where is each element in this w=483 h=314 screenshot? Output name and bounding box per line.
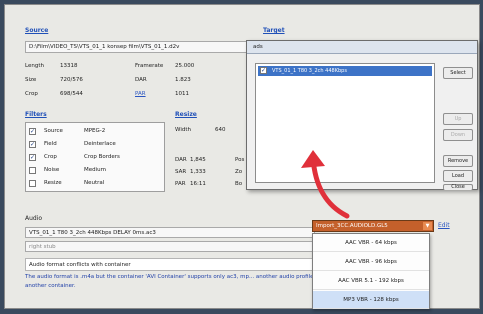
edit-profile-link[interactable]: Edit xyxy=(438,222,450,229)
audio-track-select[interactable]: VTS_01_1 T80 3_2ch 448Kbps DELAY 0ms.ac3 xyxy=(25,227,315,238)
filter-row[interactable]: Noise Medium xyxy=(29,166,163,176)
checkbox-checked-icon[interactable]: ✓ xyxy=(29,141,36,148)
dropdown-item[interactable]: AAC VBR - 64 kbps xyxy=(313,234,429,252)
dropdown-item-selected[interactable]: MP3 VBR - 128 kbps xyxy=(313,291,429,309)
framerate-value: 25.000 xyxy=(175,63,195,69)
filter-row[interactable]: ✓ Source MPEG-2 xyxy=(29,127,163,137)
framerate-label: Framerate xyxy=(135,63,164,69)
source-par-value: 1011 xyxy=(175,91,189,97)
checkbox-checked-icon[interactable]: ✓ xyxy=(260,67,267,74)
filter-name: Field xyxy=(44,141,57,147)
filters-list: ✓ Source MPEG-2 ✓ Field Deinterlace ✓ Cr… xyxy=(25,122,165,192)
checkbox-unchecked-icon[interactable] xyxy=(29,180,36,187)
resize-par-value: 16:11 xyxy=(190,181,206,187)
filter-name: Source xyxy=(44,128,63,134)
crop-label: Crop xyxy=(25,91,38,97)
profile-list-item-selected[interactable]: ✓ VTS_01_1 T80 3_2ch 448Kbps xyxy=(258,66,432,76)
filter-value: MPEG-2 xyxy=(84,128,106,134)
resize-section-title: Resize xyxy=(175,111,197,118)
filter-row[interactable]: Resize Neutral xyxy=(29,179,163,189)
filter-name: Resize xyxy=(44,180,62,186)
down-button[interactable]: Down xyxy=(443,129,473,141)
length-label: Length xyxy=(25,63,44,69)
audio-profile-select[interactable]: Import_3CC.AUDIOLD.GL5 ▼ xyxy=(312,220,434,232)
sar-label: SAR xyxy=(175,169,187,175)
remove-button[interactable]: Remove xyxy=(443,155,473,167)
size-label: Size xyxy=(25,77,37,83)
length-value: 13318 xyxy=(60,63,78,69)
sar-value: 1,333 xyxy=(190,169,206,175)
resize-dar-label: DAR xyxy=(175,157,187,163)
audio-profile-dropdown[interactable]: AAC VBR - 64 kbps AAC VBR - 96 kbps AAC … xyxy=(312,233,430,309)
source-path-field[interactable]: D:\Film\VIDEO_TS\VTS_01_1 konsep film\VT… xyxy=(25,41,250,53)
filter-row[interactable]: ✓ Crop Crop Borders xyxy=(29,153,163,163)
chevron-down-icon[interactable]: ▼ xyxy=(423,222,432,230)
audio-section-title: Audio xyxy=(25,215,43,222)
bo-label: Bo xyxy=(235,181,243,187)
target-section-title: Target xyxy=(263,27,285,34)
load-button[interactable]: Load xyxy=(443,170,473,182)
up-button[interactable]: Up xyxy=(443,113,473,125)
close-button[interactable]: Close xyxy=(443,184,473,190)
filter-value: Neutral xyxy=(84,180,105,186)
checkbox-checked-icon[interactable]: ✓ xyxy=(29,128,36,135)
size-value: 720/576 xyxy=(60,77,83,83)
source-dar-value: 1.823 xyxy=(175,77,191,83)
audio-track-secondary[interactable]: right stub xyxy=(25,241,315,252)
filter-value: Deinterlace xyxy=(84,141,116,147)
filter-name: Noise xyxy=(44,167,60,173)
audio-conflict-warning: The audio format is .m4a but the contain… xyxy=(25,274,321,289)
dropdown-item[interactable]: AAC VBR - 96 kbps xyxy=(313,253,429,271)
checkbox-unchecked-icon[interactable] xyxy=(29,167,36,174)
resize-par-label: PAR xyxy=(175,181,186,187)
crop-value: 698/544 xyxy=(60,91,83,97)
audio-conflict-title: Audio format conflicts with container xyxy=(25,258,321,271)
select-button[interactable]: Select xyxy=(443,67,473,79)
source-section-title: Source xyxy=(25,27,49,34)
source-dar-label: DAR xyxy=(135,77,147,83)
red-arrow-icon xyxy=(301,150,350,219)
zo-label: Zo xyxy=(235,169,243,175)
filter-name: Crop xyxy=(44,154,57,160)
width-label: Width xyxy=(175,127,191,133)
resize-dar-value: 1,845 xyxy=(190,157,206,163)
profile-list-item-label: VTS_01_1 T80 3_2ch 448Kbps xyxy=(272,68,347,74)
profile-dialog: ads ✓ VTS_01_1 T80 3_2ch 448Kbps Select … xyxy=(246,40,478,190)
dropdown-item[interactable]: AAC VBR 5.1 - 192 kbps xyxy=(313,272,429,290)
filter-value: Crop Borders xyxy=(84,154,120,160)
width-value: 640 xyxy=(215,127,226,133)
filters-section-title: Filters xyxy=(25,111,47,118)
checkbox-checked-icon[interactable]: ✓ xyxy=(29,154,36,161)
pos-label: Pos xyxy=(235,157,245,163)
par-link[interactable]: PAR xyxy=(135,91,146,97)
dialog-title: ads xyxy=(247,41,477,54)
filter-value: Medium xyxy=(84,167,106,173)
audio-profile-value: Import_3CC.AUDIOLD.GL5 xyxy=(316,223,388,229)
filter-row[interactable]: ✓ Field Deinterlace xyxy=(29,140,163,150)
